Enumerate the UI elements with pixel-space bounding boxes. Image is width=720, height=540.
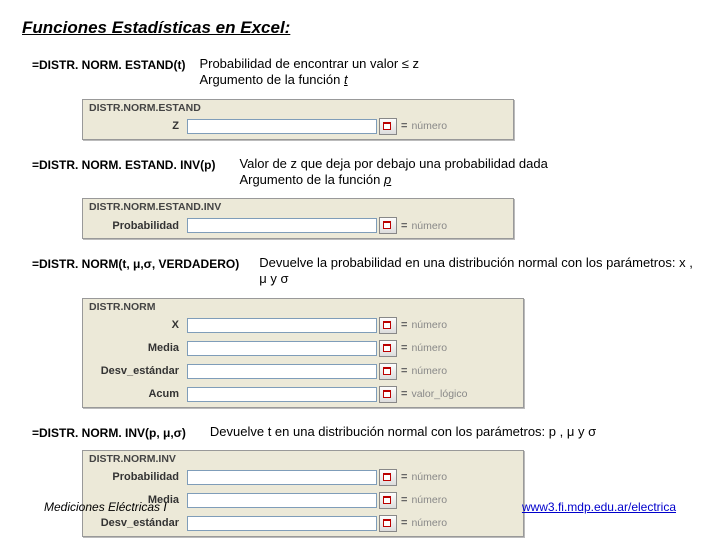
dialog-title: DISTR.NORM.ESTAND xyxy=(83,100,513,116)
arg-hint: número xyxy=(411,120,447,132)
range-picker-icon[interactable] xyxy=(379,363,397,380)
range-picker-icon[interactable] xyxy=(379,317,397,334)
dialog-arg-row: Acum = valor_lógico xyxy=(83,384,523,407)
footer-link[interactable]: www3.fi.mdp.edu.ar/electrica xyxy=(522,500,676,514)
arg-input[interactable] xyxy=(187,341,377,356)
desc-line2a: Argumento de la función xyxy=(239,172,384,187)
arg-hint: número xyxy=(411,342,447,354)
equals-sign: = xyxy=(397,365,411,377)
formula-text: =DISTR. NORM(t, μ,σ, VERDADERO) xyxy=(22,255,253,271)
equals-sign: = xyxy=(397,120,411,132)
arg-hint: número xyxy=(411,471,447,483)
desc-line2a: Argumento de la función xyxy=(199,72,344,87)
arg-label: Z xyxy=(89,120,187,132)
dialog-arg-row: Probabilidad = número xyxy=(83,467,523,490)
equals-sign: = xyxy=(397,220,411,232)
dialog-arg-row: Probabilidad = número xyxy=(83,215,513,238)
arg-input[interactable] xyxy=(187,218,377,233)
range-picker-icon[interactable] xyxy=(379,515,397,532)
dialog-arg-row: Desv_estándar = número xyxy=(83,361,523,384)
arg-label: Media xyxy=(89,342,187,354)
arg-hint: valor_lógico xyxy=(411,388,467,400)
formula-description: Valor de z que deja por debajo una proba… xyxy=(229,156,547,189)
desc-line1: Probabilidad de encontrar un valor ≤ z xyxy=(199,56,419,71)
formula-description: Devuelve t en una distribución normal co… xyxy=(200,424,596,440)
range-picker-icon[interactable] xyxy=(379,118,397,135)
arg-input[interactable] xyxy=(187,387,377,402)
desc-line1: Valor de z que deja por debajo una proba… xyxy=(239,156,547,171)
dialog-title: DISTR.NORM.ESTAND.INV xyxy=(83,199,513,215)
dialog-arg-row: X = número xyxy=(83,315,523,338)
desc-var: p xyxy=(384,172,391,187)
section-distr-norm: =DISTR. NORM(t, μ,σ, VERDADERO) Devuelve… xyxy=(22,255,698,408)
section-distr-norm-estand: =DISTR. NORM. ESTAND(t) Probabilidad de … xyxy=(22,56,698,140)
equals-sign: = xyxy=(397,319,411,331)
dialog-arg-row: Media = número xyxy=(83,338,523,361)
dialog-arg-row: Desv_estándar = número xyxy=(83,513,523,536)
arg-input[interactable] xyxy=(187,516,377,531)
arg-hint: número xyxy=(411,220,447,232)
page-title: Funciones Estadísticas en Excel: xyxy=(22,18,698,38)
arg-label: Desv_estándar xyxy=(89,365,187,377)
dialog-title: DISTR.NORM.INV xyxy=(83,451,523,467)
range-picker-icon[interactable] xyxy=(379,217,397,234)
arg-label: Probabilidad xyxy=(89,471,187,483)
arg-hint: número xyxy=(411,319,447,331)
arg-hint: número xyxy=(411,517,447,529)
dialog-arg-row: Z = número xyxy=(83,116,513,139)
arg-label: Desv_estándar xyxy=(89,517,187,529)
arg-input[interactable] xyxy=(187,318,377,333)
range-picker-icon[interactable] xyxy=(379,469,397,486)
formula-text: =DISTR. NORM. INV(p, μ,σ) xyxy=(22,424,200,440)
formula-description: Probabilidad de encontrar un valor ≤ z A… xyxy=(199,56,419,89)
footer-left-text: Mediciones Eléctricas I xyxy=(44,500,167,514)
function-args-dialog: DISTR.NORM.ESTAND.INV Probabilidad = núm… xyxy=(82,198,514,239)
formula-text: =DISTR. NORM. ESTAND(t) xyxy=(22,56,199,72)
section-distr-norm-estand-inv: =DISTR. NORM. ESTAND. INV(p) Valor de z … xyxy=(22,156,698,240)
arg-input[interactable] xyxy=(187,470,377,485)
range-picker-icon[interactable] xyxy=(379,340,397,357)
arg-label: Probabilidad xyxy=(89,220,187,232)
dialog-title: DISTR.NORM xyxy=(83,299,523,315)
range-picker-icon[interactable] xyxy=(379,386,397,403)
equals-sign: = xyxy=(397,517,411,529)
function-args-dialog: DISTR.NORM.ESTAND Z = número xyxy=(82,99,514,140)
function-args-dialog: DISTR.NORM.INV Probabilidad = número Med… xyxy=(82,450,524,537)
arg-input[interactable] xyxy=(187,119,377,134)
function-args-dialog: DISTR.NORM X = número Media = número Des… xyxy=(82,298,524,408)
equals-sign: = xyxy=(397,388,411,400)
page-footer: Mediciones Eléctricas I www3.fi.mdp.edu.… xyxy=(44,500,676,514)
arg-input[interactable] xyxy=(187,364,377,379)
formula-text: =DISTR. NORM. ESTAND. INV(p) xyxy=(22,156,229,172)
formula-description: Devuelve la probabilidad en una distribu… xyxy=(253,255,698,288)
equals-sign: = xyxy=(397,471,411,483)
equals-sign: = xyxy=(397,342,411,354)
arg-label: Acum xyxy=(89,388,187,400)
desc-var: t xyxy=(344,72,348,87)
section-distr-norm-inv: =DISTR. NORM. INV(p, μ,σ) Devuelve t en … xyxy=(22,424,698,537)
arg-hint: número xyxy=(411,365,447,377)
arg-label: X xyxy=(89,319,187,331)
